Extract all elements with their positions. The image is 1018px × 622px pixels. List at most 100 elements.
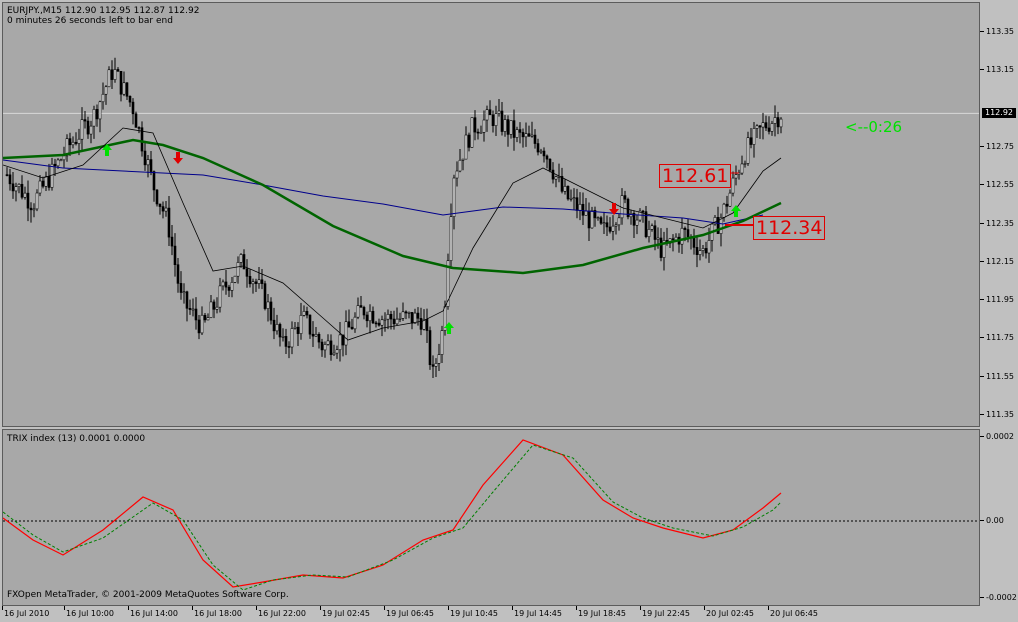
candle-body (50, 163, 54, 188)
indicator-axis-tick (980, 436, 984, 437)
candle-body (290, 328, 294, 348)
candle-body (68, 138, 72, 146)
current-price-tag: 112.92 (982, 108, 1016, 119)
time-axis-label: 16 Jul 18:00 (194, 609, 242, 618)
candle-body (8, 174, 12, 185)
trix-line (3, 439, 782, 588)
candle-body (776, 117, 780, 128)
candle-body (683, 227, 687, 230)
time-axis-label: 16 Jul 22:00 (258, 609, 306, 618)
candle-body (467, 134, 471, 148)
candle-body (338, 334, 342, 351)
candle-body (578, 203, 582, 211)
candle-body (224, 281, 228, 288)
indicator-title: TRIX index (13) 0.0001 0.0000 (7, 434, 146, 444)
candle-body (614, 224, 618, 227)
candle-body (305, 311, 309, 316)
candle-body (497, 110, 501, 114)
candle-body (29, 207, 33, 211)
candle-body (236, 262, 240, 277)
candle-body (332, 352, 336, 355)
candle-body (392, 318, 396, 325)
candle-body (755, 125, 759, 129)
price-axis-tick (980, 299, 984, 301)
candle-body (353, 316, 357, 330)
candle-body (296, 326, 300, 334)
candle-body (206, 317, 210, 321)
candle-body (503, 119, 507, 132)
candle-body (17, 183, 21, 187)
price-axis-tick (980, 184, 984, 186)
candle-body (383, 318, 387, 321)
price-axis-label: 111.55 (986, 371, 1014, 381)
candle-body (488, 109, 492, 116)
indicator-axis-tick (980, 597, 984, 598)
time-axis-label: 19 Jul 10:45 (450, 609, 498, 618)
candle-body (278, 324, 282, 338)
price-axis-tick (980, 222, 984, 224)
chart-header-symbol: EURJPY.,M15 112.90 112.95 112.87 112.92 (7, 6, 200, 16)
candle-body (83, 119, 87, 122)
time-axis-label: 16 Jul 2010 (4, 609, 50, 618)
candle-body (692, 237, 696, 248)
candle-body (32, 208, 36, 211)
candle-body (197, 319, 201, 334)
candle-body (686, 229, 690, 238)
candle-body (143, 150, 147, 166)
candle-body (149, 159, 153, 172)
candle-body (740, 163, 744, 174)
indicator-panel[interactable]: TRIX index (13) 0.0001 0.0000 FXOpen Met… (2, 429, 980, 606)
candle-body (185, 291, 189, 309)
candle-body (569, 197, 573, 200)
candle-body (410, 312, 414, 324)
candle-body (758, 125, 762, 128)
price-axis-label: 112.75 (986, 141, 1014, 151)
candle-body (515, 129, 519, 138)
candle-body (512, 120, 516, 138)
candle-body (47, 176, 51, 188)
candle-body (389, 313, 393, 320)
candle-body (308, 314, 312, 335)
time-axis-label: 19 Jul 02:45 (322, 609, 370, 618)
main-chart-panel[interactable]: EURJPY.,M15 112.90 112.95 112.87 112.92 … (2, 2, 980, 427)
time-axis-tick (320, 606, 321, 610)
candle-body (170, 236, 174, 247)
candle-body (200, 314, 204, 334)
candle-body (44, 176, 48, 187)
candle-body (413, 312, 417, 324)
candle-body (212, 301, 216, 310)
candle-body (239, 254, 243, 263)
candle-body (584, 210, 588, 216)
candle-body (134, 113, 138, 128)
candle-body (647, 228, 651, 238)
candle-body (23, 192, 27, 198)
price-axis-tick (980, 375, 984, 377)
candle-body (269, 301, 273, 321)
price-axis-label: 111.95 (986, 295, 1014, 305)
candle-body (56, 159, 60, 167)
candle-body (110, 69, 114, 80)
candle-body (431, 364, 435, 367)
time-axis-tick (704, 606, 705, 610)
candle-body (86, 120, 90, 135)
time-axis-tick (64, 606, 65, 610)
candle-body (317, 333, 321, 343)
price-axis-tick (980, 414, 984, 415)
candle-body (551, 169, 555, 180)
candle-body (359, 305, 363, 308)
candle-body (365, 314, 369, 322)
candle-body (767, 127, 771, 132)
candle-body (329, 340, 333, 355)
indicator-axis-tick (980, 520, 984, 521)
candle-body (506, 119, 510, 135)
candle-body (104, 86, 108, 95)
time-axis-tick (384, 606, 385, 610)
candle-body (452, 177, 456, 217)
price-axis-label: 113.35 (986, 27, 1014, 36)
candle-body (164, 207, 168, 212)
candle-body (182, 291, 186, 294)
candle-body (518, 129, 522, 133)
candle-body (122, 82, 126, 95)
candle-body (347, 321, 351, 328)
candle-body (407, 312, 411, 314)
